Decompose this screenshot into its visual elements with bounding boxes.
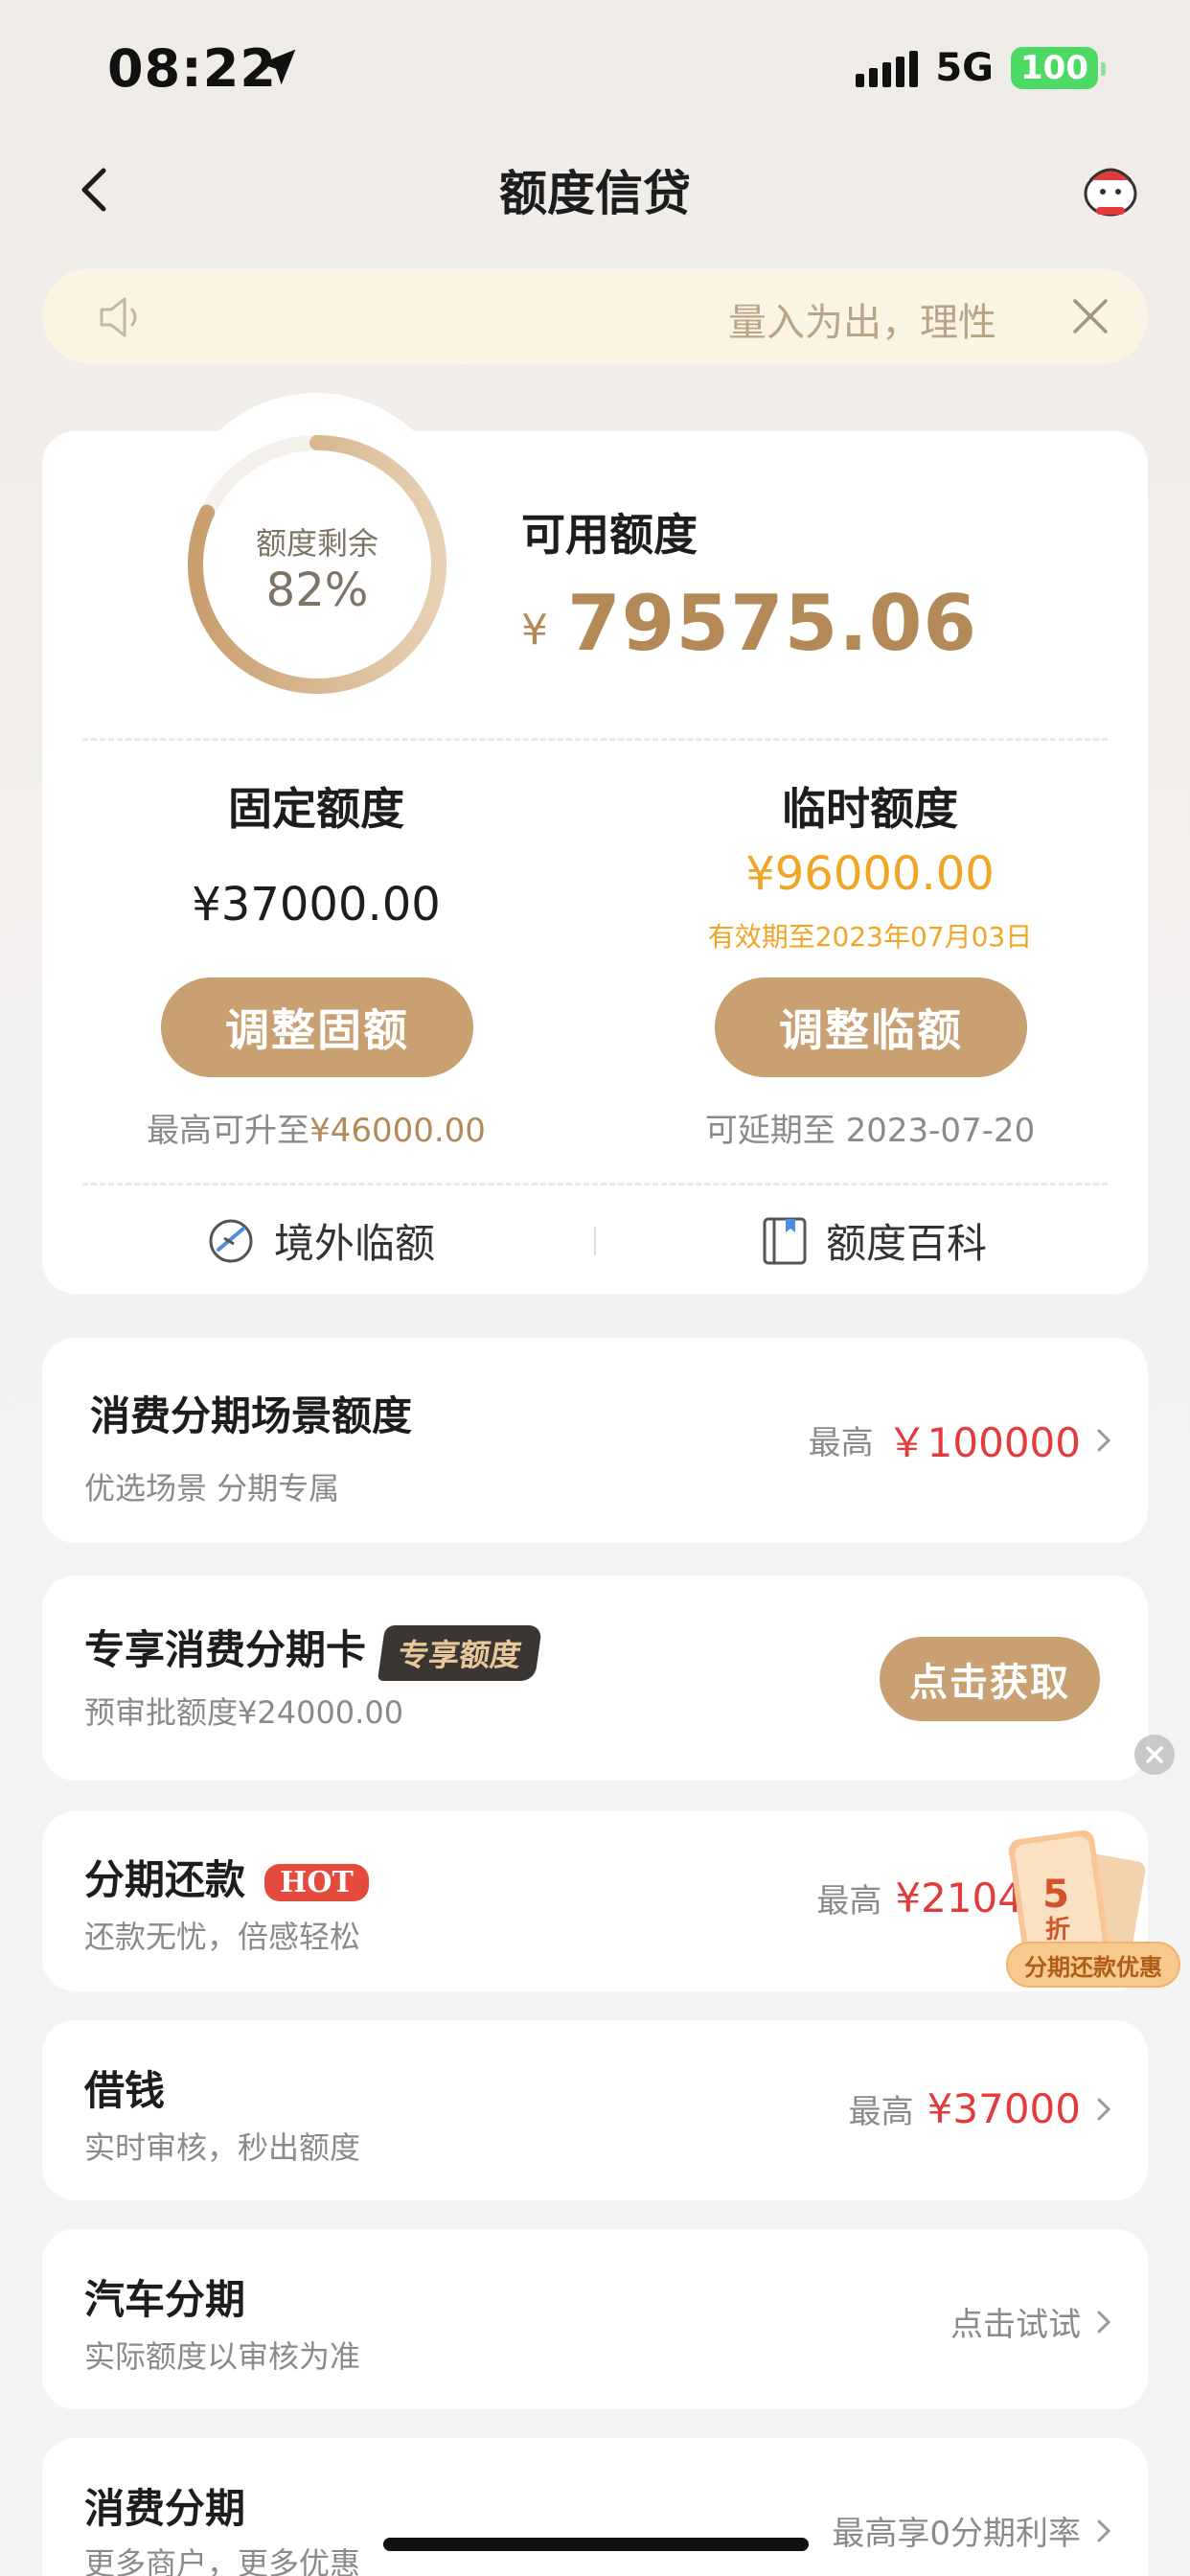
- network-type: 5G: [935, 46, 995, 90]
- home-indicator: [383, 2538, 809, 2551]
- adjust-fixed-button[interactable]: 调整固额: [161, 978, 473, 1077]
- installment-repay-card[interactable]: 分期还款 HOT 还款无忧，倍感轻松 最高 ¥2104: [42, 1811, 1148, 1991]
- get-card-button[interactable]: 点击获取: [880, 1637, 1100, 1721]
- repay-title-row: 分期还款 HOT: [84, 1848, 369, 1906]
- consumer-installment-card[interactable]: 消费分期 更多商户，更多优惠 最高享0分期利率: [42, 2438, 1148, 2576]
- ring-label: 额度剩余: [255, 525, 378, 562]
- available-label: 可用额度: [521, 509, 698, 561]
- repay-title: 分期还款: [84, 1856, 246, 1903]
- chevron-right-icon: [1097, 2311, 1111, 2333]
- scene-quota-title: 消费分期场景额度: [90, 1392, 413, 1439]
- car-title: 汽车分期: [84, 2276, 246, 2323]
- fixed-quota-title: 固定额度: [228, 783, 404, 835]
- borrow-card[interactable]: 借钱 实时审核，秒出额度 最高 ¥37000: [42, 2020, 1148, 2200]
- exclusive-card-title: 专享消费分期卡: [84, 1626, 367, 1673]
- mascot-service-icon[interactable]: [1077, 159, 1144, 220]
- installment-discount-label[interactable]: 分期还款优惠: [1006, 1942, 1180, 1988]
- divider: [82, 1183, 1108, 1185]
- overseas-temp-link[interactable]: 境外临额: [205, 1211, 435, 1270]
- location-arrow-icon: [260, 49, 296, 85]
- consume-title: 消费分期: [84, 2485, 246, 2532]
- overseas-temp-label: 境外临额: [274, 1220, 436, 1267]
- quota-wiki-link[interactable]: 额度百科: [761, 1211, 987, 1270]
- quota-wiki-label: 额度百科: [826, 1220, 988, 1267]
- notice-bar: 量入为出，理性: [42, 268, 1148, 364]
- fixed-quota-note: 最高可升至¥46000.00: [147, 1112, 486, 1150]
- scene-quota-right: 最高 ￥100000: [809, 1411, 1113, 1469]
- hot-badge: HOT: [264, 1864, 369, 1901]
- consume-right: 最高享0分期利率: [832, 2507, 1113, 2554]
- page-title: 额度信贷: [499, 166, 691, 221]
- battery-icon: 100: [1011, 47, 1106, 89]
- borrow-title: 借钱: [84, 2067, 166, 2114]
- consume-sub: 更多商户，更多优惠: [84, 2545, 361, 2576]
- remaining-quota-ring: 额度剩余 82%: [182, 429, 452, 700]
- car-sub: 实际额度以审核为准: [84, 2338, 361, 2375]
- svg-text:折: 折: [1045, 1916, 1070, 1944]
- temp-quota-validity: 有效期至2023年07月03日: [707, 921, 1033, 953]
- chevron-right-icon: [1097, 1429, 1111, 1451]
- notice-text: 量入为出，理性: [728, 301, 996, 345]
- chevron-right-icon: [1097, 2098, 1111, 2120]
- temp-quota-value: ¥96000.00: [745, 847, 995, 901]
- borrow-value: ¥37000: [927, 2085, 1081, 2132]
- car-right: 点击试试: [950, 2298, 1113, 2345]
- exclusive-tag: 专享额度: [377, 1624, 543, 1681]
- scene-quota-value: ￥100000: [886, 1419, 1081, 1466]
- status-time: 08:22: [107, 38, 277, 99]
- promo-close-button[interactable]: [1134, 1735, 1175, 1775]
- status-right: 5G 100: [856, 46, 1106, 90]
- link-separator: [594, 1227, 596, 1255]
- repay-sub: 还款无忧，倍感轻松: [84, 1919, 361, 1955]
- ring-percent: 82%: [265, 564, 369, 617]
- chevron-right-icon: [1097, 2519, 1111, 2542]
- close-icon: [1146, 1746, 1163, 1763]
- exclusive-card-title-row: 专享消费分期卡 专享额度: [84, 1618, 543, 1681]
- globe-plane-icon: [209, 1219, 253, 1262]
- currency-symbol: ¥: [521, 606, 548, 655]
- fixed-quota-value: ¥37000.00: [192, 878, 441, 932]
- car-installment-card[interactable]: 汽车分期 实际额度以审核为准 点击试试: [42, 2229, 1148, 2409]
- temp-quota-note: 可延期至 2023-07-20: [704, 1112, 1036, 1150]
- borrow-right: 最高 ¥37000: [849, 2085, 1113, 2132]
- preapproved-quota: 预审批额度¥24000.00: [84, 1694, 404, 1731]
- borrow-sub: 实时审核，秒出额度: [84, 2129, 361, 2166]
- speaker-icon: [100, 297, 137, 337]
- signal-icon: [856, 49, 919, 87]
- divider: [82, 738, 1108, 741]
- available-value: 79575.06: [567, 579, 978, 668]
- close-icon[interactable]: [1069, 295, 1111, 337]
- book-icon: [763, 1217, 807, 1264]
- svg-text:5: 5: [1042, 1873, 1069, 1917]
- temp-quota-title: 临时额度: [782, 783, 958, 835]
- scene-quota-card[interactable]: 消费分期场景额度 优选场景 分期专属 最高 ￥100000: [42, 1338, 1148, 1543]
- adjust-temp-button[interactable]: 调整临额: [715, 978, 1027, 1077]
- exclusive-card-promo[interactable]: 专享消费分期卡 专享额度 预审批额度¥24000.00 点击获取: [42, 1576, 1148, 1781]
- scene-quota-sub: 优选场景 分期专属: [84, 1470, 340, 1506]
